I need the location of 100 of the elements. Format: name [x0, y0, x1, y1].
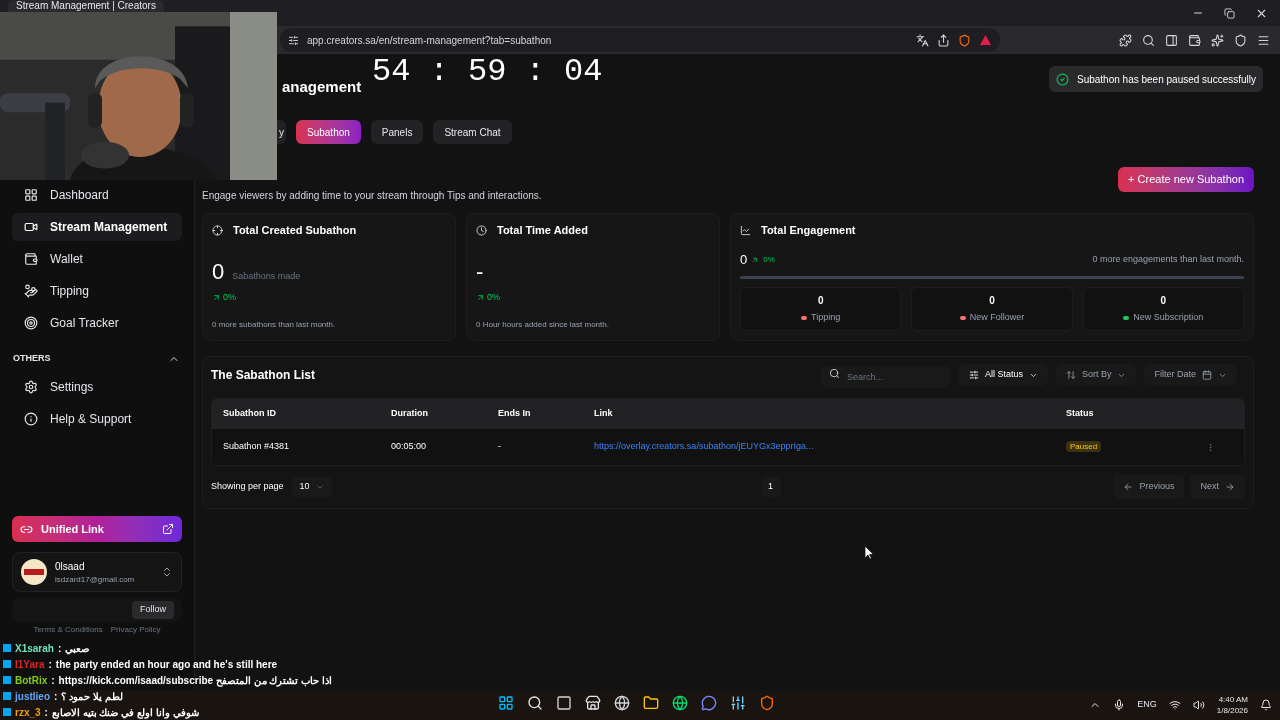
- start-icon[interactable]: [498, 695, 514, 711]
- volume-icon[interactable]: [1192, 699, 1205, 711]
- network-icon[interactable]: [1168, 699, 1181, 711]
- filter-icon: [1065, 370, 1076, 380]
- section-header: OTHERS: [13, 352, 51, 366]
- tab[interactable]: Stream Chat: [433, 120, 512, 144]
- translate-icon[interactable]: [916, 33, 929, 47]
- filter-dropdown[interactable]: All Status: [958, 364, 1048, 386]
- per-page-label: Showing per page: [211, 480, 284, 494]
- nav-icon: [24, 412, 38, 426]
- stat-note: 0 more engagements than last month.: [1092, 253, 1244, 266]
- tile-label: New Subscription: [1133, 311, 1204, 324]
- chat-message: صعبي: [65, 641, 90, 656]
- stat-note: 0 Hour hours added since last month.: [476, 318, 610, 331]
- sidebar-icon[interactable]: [1165, 33, 1178, 47]
- wallet-icon[interactable]: [1188, 33, 1201, 47]
- stat-caption: Sabathons made: [232, 269, 301, 283]
- mouse-cursor-icon: [865, 546, 874, 560]
- unified-link-button[interactable]: Unified Link: [12, 516, 182, 542]
- chat-separator: :: [48, 657, 52, 672]
- sidebar-item[interactable]: Tipping: [12, 277, 182, 305]
- sidebar-item[interactable]: Dashboard: [12, 181, 182, 209]
- previous-button[interactable]: Previous: [1113, 475, 1185, 499]
- change-text: 0%: [223, 291, 236, 304]
- stat-value: 0: [740, 251, 748, 269]
- user-name: 0lsaad: [55, 559, 86, 574]
- task-view-icon[interactable]: [556, 695, 572, 711]
- search-field[interactable]: Search...: [820, 365, 951, 388]
- external-link-icon: [162, 523, 174, 535]
- tab[interactable]: Panels: [370, 120, 424, 144]
- chart-icon: [740, 224, 751, 236]
- filter-dropdown[interactable]: Sort By: [1055, 364, 1137, 386]
- trend-up-icon: [212, 293, 221, 303]
- next-button[interactable]: Next: [1190, 475, 1245, 499]
- sidebar-item[interactable]: Stream Management: [12, 213, 182, 241]
- extensions-icon[interactable]: [1119, 33, 1132, 47]
- more-icon[interactable]: [1206, 442, 1215, 452]
- arrow-right-icon: [1225, 482, 1235, 492]
- subathon-link[interactable]: https://overlay.creators.sa/subathon/jEUYGx3epprIga...: [594, 440, 1066, 454]
- tile-value: 0: [817, 294, 824, 308]
- shield-icon[interactable]: [1234, 33, 1247, 47]
- card-title: Total Time Added: [497, 222, 588, 238]
- arrow-left-icon: [1123, 482, 1134, 492]
- restore-icon[interactable]: [1224, 7, 1235, 19]
- nav-icon: [24, 284, 38, 298]
- user-card[interactable]: 0lsaad isdzard17@gmail.com: [12, 552, 182, 592]
- sidebar-item[interactable]: Goal Tracker: [12, 309, 182, 337]
- stat-note: 0 more subathons than last month.: [212, 318, 337, 331]
- app-icon[interactable]: [614, 695, 630, 711]
- stat-icon: [212, 224, 223, 236]
- menu-icon[interactable]: [1257, 33, 1270, 47]
- change-text: 0%: [763, 253, 775, 266]
- column-header: Subathon ID: [223, 407, 277, 421]
- per-page-select[interactable]: 10: [291, 477, 332, 497]
- sparkle-icon[interactable]: [1211, 33, 1224, 47]
- change-text: 0%: [487, 291, 500, 304]
- page-number[interactable]: 1: [760, 477, 781, 497]
- shield-icon[interactable]: [958, 33, 971, 47]
- folder-icon[interactable]: [643, 695, 659, 711]
- mic-icon[interactable]: [1113, 699, 1126, 711]
- search-icon[interactable]: [1142, 33, 1155, 47]
- sidebar-item[interactable]: Help & Support: [12, 405, 182, 433]
- store-icon[interactable]: [585, 695, 601, 711]
- nav-icon: [24, 316, 38, 330]
- tab[interactable]: Subathon: [296, 120, 361, 144]
- app-icon[interactable]: [730, 695, 746, 711]
- address-bar[interactable]: app.creators.sa/en/stream-management?tab=subathon: [280, 28, 1000, 52]
- calendar-icon: [1202, 370, 1212, 380]
- site-settings-icon[interactable]: [288, 34, 299, 46]
- column-header: Ends In: [498, 407, 532, 421]
- footer-link[interactable]: Privacy Policy: [110, 624, 161, 636]
- avatar: [21, 559, 47, 585]
- clock-time[interactable]: 4:40 AM: [1218, 694, 1248, 705]
- create-button[interactable]: + Create new Subathon: [1118, 167, 1254, 192]
- follow-button[interactable]: Follow: [132, 601, 174, 619]
- expand-icon[interactable]: [161, 566, 173, 578]
- clock-date[interactable]: 1/8/2026: [1216, 705, 1248, 716]
- page-title: anagement: [282, 77, 362, 97]
- browser-tab[interactable]: Stream Management | Creators: [8, 0, 164, 12]
- tab[interactable]: y: [277, 120, 286, 144]
- triangle-icon[interactable]: [979, 34, 992, 46]
- tile-label: Tipping: [811, 311, 841, 324]
- stat-value: 0: [212, 261, 225, 283]
- table-cell-text: Subathon #4381: [223, 440, 291, 454]
- sidebar-item[interactable]: Wallet: [12, 245, 182, 273]
- share-icon[interactable]: [937, 33, 950, 47]
- table-cell-text: -: [498, 440, 502, 454]
- chat-app-icon[interactable]: [701, 695, 717, 711]
- search-icon[interactable]: [527, 695, 543, 711]
- notification-icon[interactable]: [1260, 699, 1272, 711]
- nav-icon: [24, 188, 38, 202]
- filter-dropdown[interactable]: Filter Date: [1144, 364, 1237, 386]
- stat-icon: [476, 224, 487, 236]
- chat-username: X1sarah: [15, 641, 54, 656]
- language-indicator[interactable]: ENG: [1137, 698, 1157, 712]
- sidebar-item[interactable]: Settings: [12, 373, 182, 401]
- footer-link[interactable]: Terms & Conditions: [33, 624, 103, 636]
- tile-value: 0: [989, 294, 995, 308]
- tile-value: 0: [1160, 294, 1167, 308]
- filter-icon: [968, 370, 979, 380]
